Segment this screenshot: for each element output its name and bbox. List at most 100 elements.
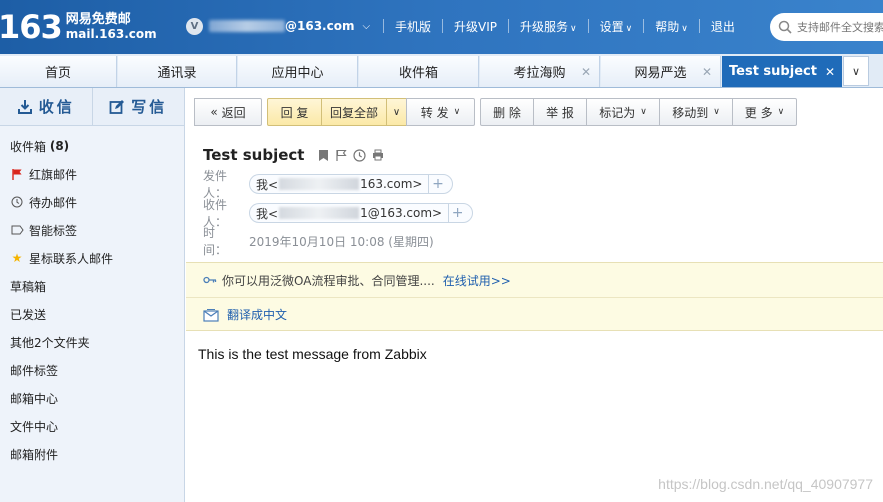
tab-more-button[interactable]: ∨ [843,56,869,86]
divider [442,19,444,33]
receive-mail-button[interactable]: 收信 [0,88,92,125]
logo-number: 163 [0,8,63,46]
bookmark-icon[interactable] [318,149,329,162]
divider [643,19,645,33]
mail-time: 2019年10月10日 10:08 (星期四) [249,234,434,249]
tab-home[interactable]: 首页 [0,56,117,87]
red-flag-icon [10,168,24,180]
report-button[interactable]: 举 报 [533,98,587,126]
chevron-down-icon: ∨ [777,107,785,117]
back-button[interactable]: «返回 [194,98,262,126]
logo[interactable]: 163 网易免费邮 mail.163.com [0,6,157,48]
clock-icon[interactable] [353,148,367,162]
double-chevron-left-icon: « [210,105,218,119]
search-box[interactable] [770,13,883,41]
recipient-address[interactable]: 我< 1@163.com> + [249,203,474,223]
nav-logout[interactable]: 退出 [711,18,735,35]
nav-upgrade-service[interactable]: 升级服务 ∨ [520,18,577,35]
folder-starred-contacts[interactable]: ★ 星标联系人邮件 [0,244,184,272]
folder-mail-center[interactable]: 邮箱中心 [0,384,184,412]
move-to-button[interactable]: 移动到 ∨ [659,98,733,126]
folder-smart-tags[interactable]: 智能标签 [0,216,184,244]
flag-icon[interactable] [335,149,348,162]
to-row: 收件人： 我< 1@163.com> + [203,198,474,229]
tab-test-subject[interactable]: Test subject ✕ [722,56,842,87]
clock-icon [10,196,24,208]
add-contact-icon[interactable]: + [448,204,466,222]
tag-icon [10,225,24,235]
tab-yanxuan[interactable]: 网易严选 ✕ [601,56,721,87]
close-icon[interactable]: ✕ [702,65,712,79]
redacted-address [279,207,360,219]
chevron-down-icon: ∨ [713,107,720,117]
add-contact-icon[interactable]: + [428,175,446,193]
folder-inbox[interactable]: 收件箱 (8) [0,132,184,160]
more-button[interactable]: 更 多 ∨ [732,98,797,126]
reply-button[interactable]: 回 复 [267,98,322,126]
forward-button[interactable]: 转 发 ∨ [406,98,475,126]
nav-upgrade-vip[interactable]: 升级VIP [454,18,497,35]
mail-read-pane: «返回 回 复 回复全部 ∨ 转 发 ∨ 删 除 举 报 标记为 ∨ 移动到 ∨ 更 … [186,88,883,502]
download-icon [17,99,32,114]
account-menu[interactable]: V @163.com ⌵ [186,16,370,36]
divider [383,19,384,33]
redacted-username [209,20,285,32]
nav-help[interactable]: 帮助 ∨ [655,18,688,35]
reply-all-button[interactable]: 回复全部 [321,98,387,126]
write-mail-button[interactable]: 写信 [91,88,185,125]
folder-sent[interactable]: 已发送 [0,300,184,328]
key-icon [203,276,217,284]
tab-contacts[interactable]: 通讯录 [118,56,237,87]
folder-attachments[interactable]: 邮箱附件 [0,440,184,468]
folder-red-flag[interactable]: 红旗邮件 [0,160,184,188]
notice-area: 你可以用泛微OA流程审批、合同管理.... 在线试用>> 翻译成中文 [186,262,883,331]
sidebar: 收信 写信 收件箱 (8) 红旗邮件 待办邮件 智能标签 ★ 星标联系人邮件 草… [0,88,185,502]
reply-dropdown-button[interactable]: ∨ [386,98,407,126]
mail-body: This is the test message from Zabbix [198,346,427,362]
chevron-down-icon: ∨ [851,64,861,78]
folder-drafts[interactable]: 草稿箱 [0,272,184,300]
chevron-down-icon: ∨ [640,107,647,117]
delete-button[interactable]: 删 除 [480,98,534,126]
close-icon[interactable]: ✕ [581,65,591,79]
edit-icon [109,99,125,114]
time-row: 时 间： 2019年10月10日 10:08 (星期四) [203,226,434,257]
nav-settings[interactable]: 设置 ∨ [600,18,633,35]
close-icon[interactable]: ✕ [825,65,835,79]
logo-domain: mail.163.com [65,27,157,41]
chevron-down-icon: ∨ [453,107,461,117]
chevron-down-icon: ∨ [570,23,577,34]
folder-file-center[interactable]: 文件中心 [0,412,184,440]
top-header: 163 网易免费邮 mail.163.com V @163.com ⌵ 手机版 … [0,0,883,54]
print-icon[interactable] [372,149,384,161]
tab-app-center[interactable]: 应用中心 [238,56,358,87]
sender-address[interactable]: 我< 163.com> + [249,174,454,194]
account-email: @163.com [285,19,355,33]
nav-mobile[interactable]: 手机版 [395,18,431,35]
folder-todo[interactable]: 待办邮件 [0,188,184,216]
chevron-down-icon: ∨ [681,23,688,34]
vip-badge-icon: V [186,17,203,35]
divider [587,19,589,33]
translate-link[interactable]: 翻译成中文 [227,306,287,323]
redacted-address [279,178,360,190]
from-row: 发件人： 我< 163.com> + [203,169,454,200]
oa-try-link[interactable]: 在线试用>> [443,272,511,289]
folder-mail-labels[interactable]: 邮件标签 [0,356,184,384]
logo-name: 网易免费邮 [65,12,131,27]
tab-kaola[interactable]: 考拉海购 ✕ [480,56,600,87]
tab-bar: 首页 通讯录 应用中心 收件箱 考拉海购 ✕ 网易严选 ✕ Test subject… [0,54,883,88]
folder-other-folders[interactable]: 其他2个文件夹 [0,328,184,356]
search-icon[interactable] [778,20,792,34]
chevron-down-icon: ∨ [392,106,401,118]
chevron-down-icon: ⌵ [362,20,371,32]
translate-row: 翻译成中文 [186,297,883,331]
star-icon: ★ [11,251,23,265]
top-nav: 手机版 升级VIP 升级服务 ∨ 设置 ∨ 帮助 ∨ 退出 [372,16,735,36]
mail-subject: Test subject [203,146,384,164]
mark-as-button[interactable]: 标记为 ∨ [586,98,660,126]
tab-inbox[interactable]: 收件箱 [359,56,479,87]
watermark: https://blog.csdn.net/qq_40907977 [658,476,873,492]
divider [698,19,700,33]
search-input[interactable] [797,20,883,34]
